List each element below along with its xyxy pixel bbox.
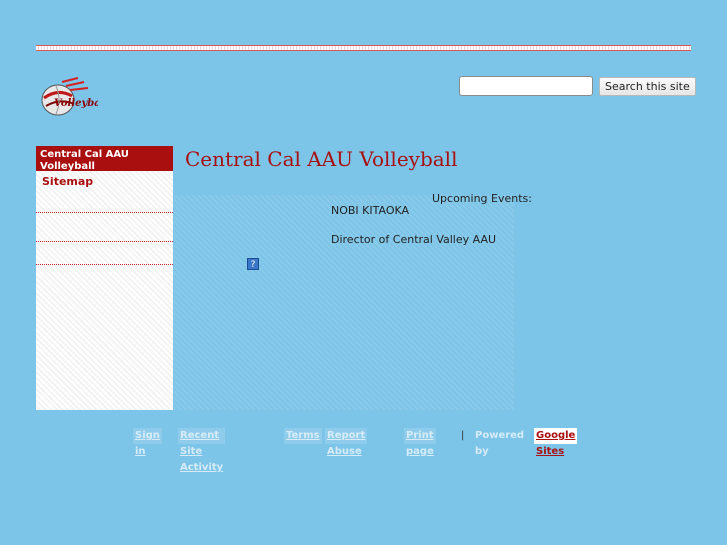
page-title: Central Cal AAU Volleyball [185, 147, 458, 171]
search-button[interactable]: Search this site [599, 77, 696, 96]
sidebar-divider [36, 189, 173, 213]
terms-link[interactable]: Terms [284, 428, 322, 444]
header-rule [36, 45, 691, 51]
sidebar-item-central-cal-aau-volleyball[interactable]: Central Cal AAU Volleyball [36, 146, 173, 172]
google-sites-link[interactable]: Google Sites [534, 428, 578, 457]
director-role: Director of Central Valley AAU [331, 233, 497, 246]
sidebar-item-label: Sitemap [42, 175, 94, 188]
director-name: NOBI KITAOKA [331, 204, 410, 217]
search-input[interactable] [459, 76, 593, 96]
upcoming-events-label: Upcoming Events: [432, 192, 532, 205]
sidebar-divider [36, 213, 173, 242]
content-area [174, 195, 514, 410]
sidebar-item-sitemap[interactable]: Sitemap [36, 171, 173, 189]
recent-site-activity-link[interactable]: Recent Site Activity [178, 428, 226, 473]
sign-in-link[interactable]: Sign in [133, 428, 162, 457]
report-abuse-link[interactable]: Report Abuse [325, 428, 368, 457]
sidebar-item-label: Central Cal AAU Volleyball [40, 149, 129, 172]
footer-separator: | [461, 430, 465, 441]
help-icon[interactable]: ? [247, 258, 259, 270]
print-page-link[interactable]: Print page [404, 428, 436, 457]
volleyball-logo-icon: Volleyball [41, 77, 109, 116]
sidebar: Central Cal AAU Volleyball Sitemap [36, 146, 173, 410]
site-logo[interactable]: Volleyball [38, 76, 109, 122]
powered-by-text: Powered by [475, 430, 525, 457]
sidebar-divider [36, 242, 173, 265]
svg-text:Volleyball: Volleyball [54, 98, 98, 109]
